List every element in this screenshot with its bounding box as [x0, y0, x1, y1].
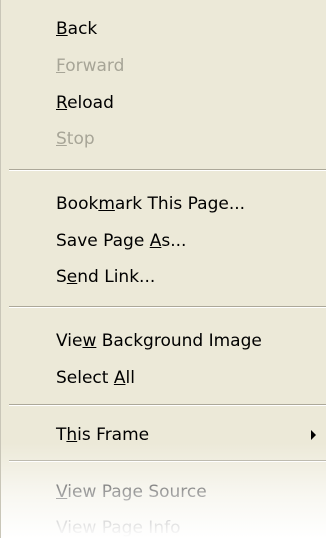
menu-item-view-background-image[interactable]: View Background Image	[56, 324, 318, 358]
menu-item-view-page-source[interactable]: View Page Source	[56, 475, 318, 509]
menu-separator	[9, 306, 326, 308]
menu-item-reload[interactable]: Reload	[56, 86, 318, 120]
menu-item-view-page-info[interactable]: View Page Info	[56, 511, 318, 545]
menu-separator	[9, 169, 326, 171]
submenu-arrow-icon	[311, 430, 316, 440]
menu-item-select-all[interactable]: Select All	[56, 361, 318, 395]
menu-item-stop: Stop	[56, 129, 95, 149]
menu-item-bookmark-this-page[interactable]: Bookmark This Page...	[56, 187, 318, 221]
menu-item-this-frame[interactable]: This Frame	[56, 418, 318, 452]
menu-item-save-page-as[interactable]: Save Page As...	[56, 224, 318, 258]
menu-separator	[9, 404, 326, 406]
menu-item-back[interactable]: Back	[56, 12, 318, 46]
menu-separator	[9, 460, 326, 462]
context-menu: Back Forward Reload Stop Bookmark This P…	[0, 0, 326, 538]
menu-item-forward: Forward	[56, 56, 125, 76]
menu-item-send-link[interactable]: Send Link...	[56, 260, 318, 294]
